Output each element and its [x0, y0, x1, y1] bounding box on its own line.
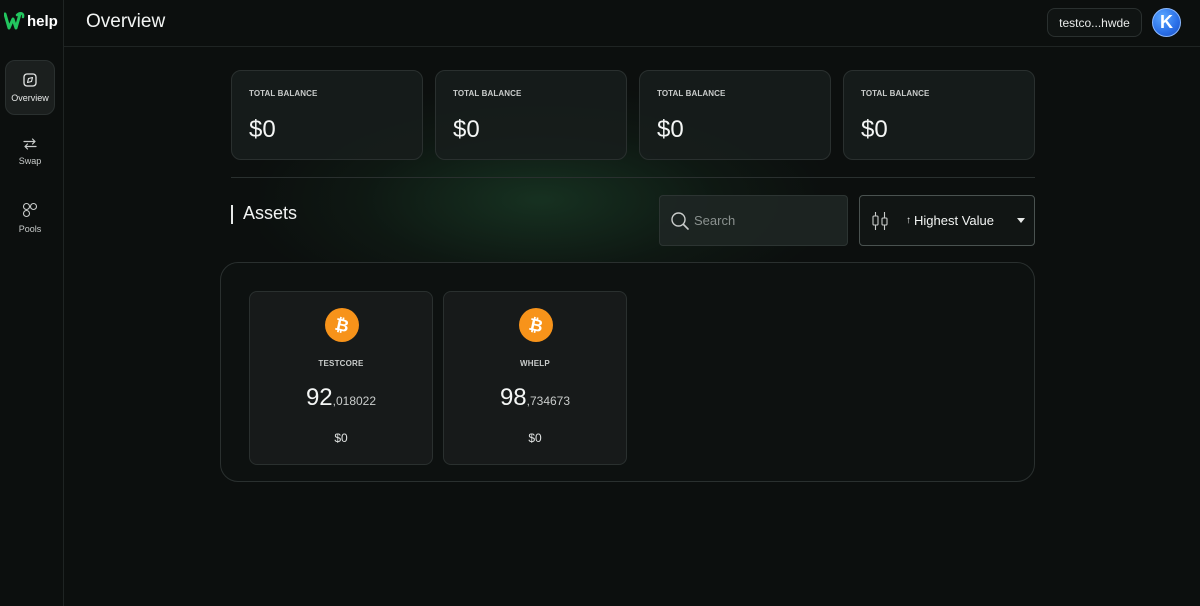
asset-amount: 92,018022 [250, 384, 432, 412]
sort-select[interactable]: ↑ Highest Value [859, 195, 1035, 246]
svg-text:₿: ₿ [333, 315, 351, 336]
assets-title: Assets [243, 203, 298, 223]
sort-arrow-icon: ↑ [906, 215, 911, 226]
top-header: Overview testco...hwde K [64, 0, 1200, 47]
chevron-down-icon [1017, 218, 1025, 223]
asset-amount: 98,734673 [444, 384, 626, 412]
balance-value: $0 [453, 116, 480, 143]
asset-name: TESTCORE [318, 359, 364, 368]
balance-value: $0 [249, 116, 276, 143]
asset-card[interactable]: ₿ TESTCORE 92,018022 $0 [249, 291, 433, 465]
balance-label: TOTAL BALANCE [249, 89, 318, 98]
asset-amount-decimal: ,734673 [526, 394, 571, 408]
asset-usd-value: $0 [334, 431, 348, 445]
sidebar-item-swap[interactable]: Swap [5, 124, 55, 179]
bitcoin-icon: ₿ [325, 308, 359, 342]
asset-name: WHELP [520, 359, 550, 368]
balance-value: $0 [657, 116, 684, 143]
search-icon [670, 211, 690, 231]
balance-card: TOTAL BALANCE $0 [231, 70, 423, 160]
sort-label: Highest Value [914, 213, 994, 228]
balance-label: TOTAL BALANCE [861, 89, 930, 98]
asset-amount-integer: 92 [305, 384, 333, 411]
sidebar-item-label: Overview [11, 92, 49, 103]
sidebar-item-label: Pools [18, 223, 42, 234]
asset-amount-decimal: ,018022 [332, 394, 377, 408]
app-logo[interactable]: help [4, 8, 58, 34]
search-input[interactable] [694, 213, 834, 228]
section-accent-bar [231, 205, 233, 224]
svg-text:₿: ₿ [527, 315, 545, 336]
candlestick-icon [871, 211, 889, 231]
sidebar-item-overview[interactable]: Overview [5, 60, 55, 115]
balance-card: TOTAL BALANCE $0 [843, 70, 1035, 160]
asset-usd-value: $0 [528, 431, 542, 445]
sidebar-item-label: Swap [18, 155, 42, 166]
sidebar-item-pools[interactable]: Pools [5, 190, 55, 245]
asset-card[interactable]: ₿ WHELP 98,734673 $0 [443, 291, 627, 465]
logo-mark-icon [4, 12, 25, 30]
logo-text: help [27, 12, 58, 30]
asset-amount-integer: 98 [499, 384, 527, 411]
balance-card: TOTAL BALANCE $0 [639, 70, 831, 160]
bitcoin-icon: ₿ [519, 308, 553, 342]
swap-arrows-icon [23, 137, 37, 150]
balance-value: $0 [861, 116, 888, 143]
compass-icon [23, 72, 37, 87]
balance-card: TOTAL BALANCE $0 [435, 70, 627, 160]
balance-label: TOTAL BALANCE [453, 89, 522, 98]
search-box[interactable] [659, 195, 848, 246]
pools-circles-icon [22, 202, 38, 217]
wallet-address-button[interactable]: testco...hwde [1047, 8, 1142, 37]
sidebar: help Overview Swap Pools [0, 0, 64, 606]
avatar[interactable]: K [1152, 8, 1181, 37]
section-divider [231, 177, 1035, 178]
balance-label: TOTAL BALANCE [657, 89, 726, 98]
page-title: Overview [86, 11, 166, 32]
